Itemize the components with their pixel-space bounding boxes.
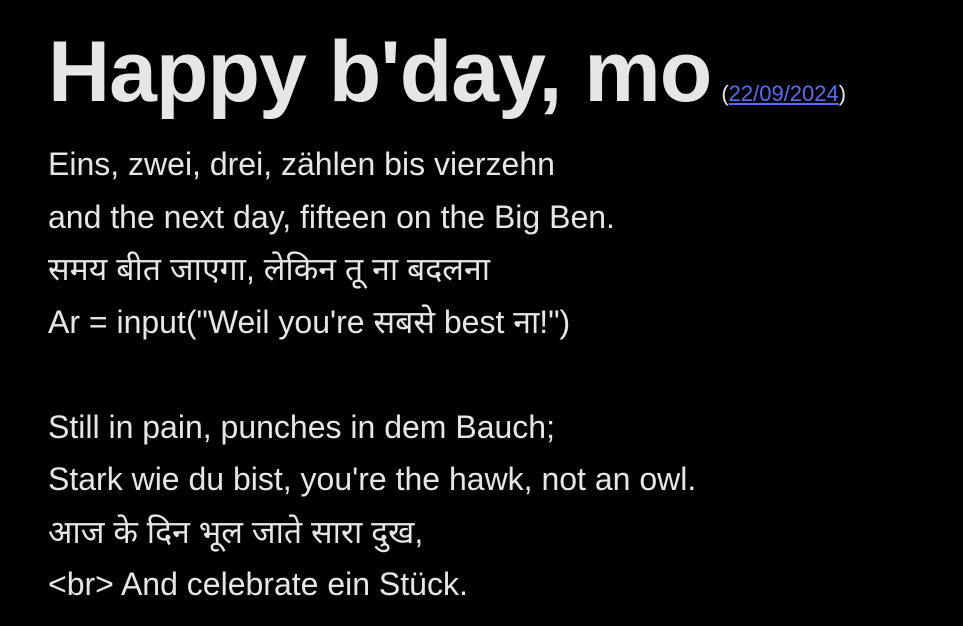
- poem-line: Stark wie du bist, you're the hawk, not …: [48, 461, 697, 497]
- page: Happy b'day, mo (22/09/2024) Eins, zwei,…: [48, 22, 953, 611]
- date-open-paren: (: [721, 81, 729, 106]
- page-title: Happy b'day, mo: [48, 24, 712, 120]
- title-row: Happy b'day, mo (22/09/2024): [48, 22, 953, 122]
- poem-line: समय बीत जाएगा, लेकिन तू ना बदलना: [48, 251, 491, 287]
- date-stamp: (22/09/2024): [721, 81, 846, 107]
- poem-line: Eins, zwei, drei, zählen bis vierzehn: [48, 146, 555, 182]
- poem-line: आज के दिन भूल जाते सारा दुख,: [48, 513, 424, 550]
- poem-line: Ar = input("Weil you're सबसे best ना!"): [48, 303, 571, 340]
- poem-line: and the next day, fifteen on the Big Ben…: [48, 198, 615, 235]
- date-link[interactable]: 22/09/2024: [729, 81, 839, 106]
- poem-line: Still in pain, punches in dem Bauch;: [48, 408, 555, 445]
- poem-line: <br> And celebrate ein Stück.: [48, 566, 468, 602]
- poem: Eins, zwei, drei, zählen bis vierzehn an…: [48, 138, 953, 611]
- date-close-paren: ): [838, 81, 847, 106]
- stanza-break: [48, 348, 953, 401]
